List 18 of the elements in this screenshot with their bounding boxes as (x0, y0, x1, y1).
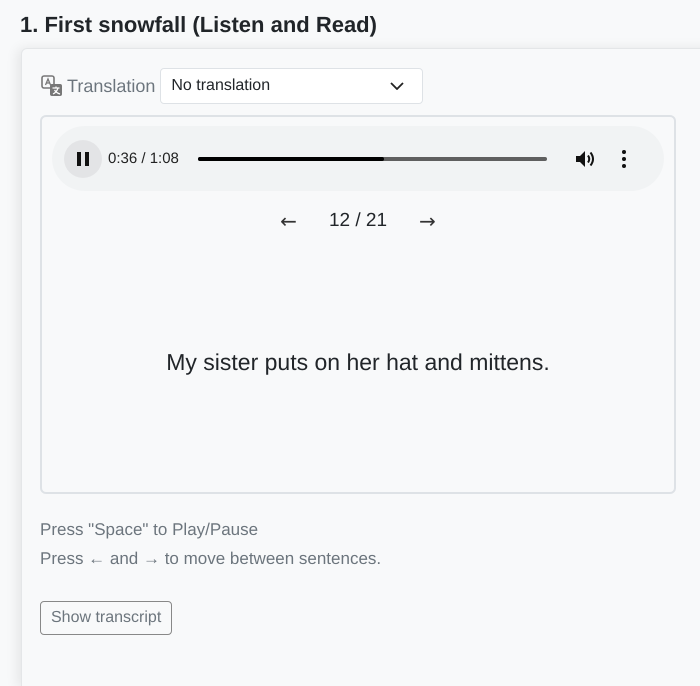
next-button[interactable]: → (419, 209, 436, 233)
sentence-text: My sister puts on her hat and mittens. (166, 349, 550, 376)
page-title: 1. First snowfall (Listen and Read) (19, 11, 378, 39)
previous-button[interactable]: ← (280, 209, 297, 233)
volume-icon[interactable] (576, 150, 596, 168)
sentence-counter: 12 / 21 (328, 209, 388, 233)
progress-track[interactable] (198, 156, 547, 160)
translation-label: Translation (67, 76, 156, 96)
show-transcript-button[interactable]: Show transcript (40, 601, 172, 635)
hint-text: Press "Space" to Play/Pause (40, 519, 258, 541)
pause-icon (77, 152, 89, 166)
translate-icon (41, 75, 63, 97)
pause-button[interactable] (64, 140, 102, 178)
chevron-down-icon (390, 82, 404, 90)
translation-select[interactable]: No translation (160, 68, 424, 104)
more-options-icon[interactable] (622, 150, 626, 168)
hint-text: Press ← and → to move between sentences. (40, 548, 382, 570)
time-display: 0:36 / 1:08 (108, 150, 179, 167)
